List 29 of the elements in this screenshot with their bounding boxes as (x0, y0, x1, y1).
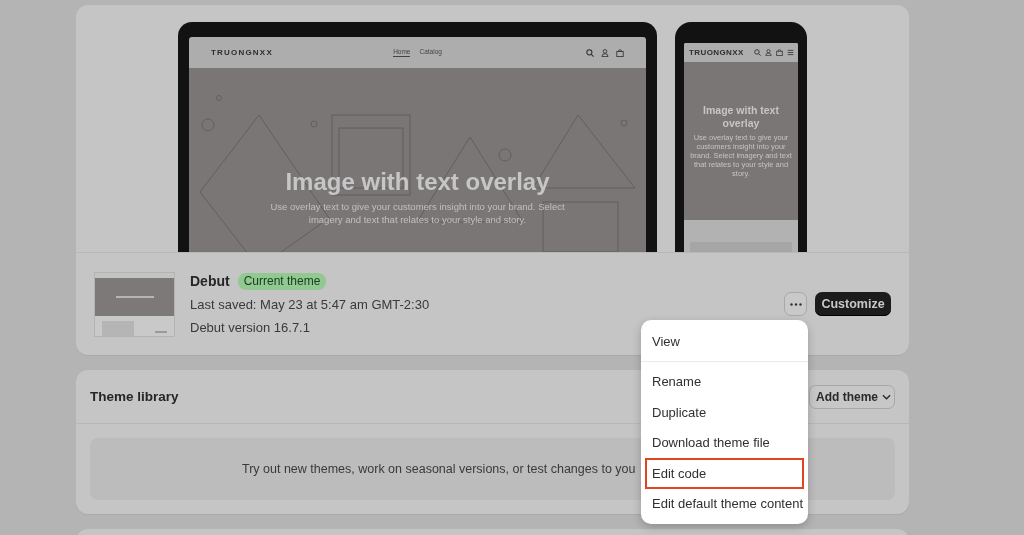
last-saved-text: Last saved: May 23 at 5:47 am GMT-2:30 (190, 296, 430, 314)
search-icon (586, 48, 594, 57)
store-logo: TRUONGNXX (211, 48, 273, 57)
hero-title: Image with text overlay (285, 168, 550, 196)
empty-state-text: Try out new themes, work on seasonal versions, or test changes to you (242, 462, 636, 476)
menu-item[interactable]: Rename (645, 366, 804, 397)
theme-name: Debut (190, 273, 230, 289)
section-title: Theme library (90, 389, 179, 404)
user-icon (765, 49, 772, 56)
customize-button[interactable]: Customize (815, 292, 891, 316)
chevron-down-icon (882, 393, 891, 400)
hero-title: Image with text overlay (702, 104, 780, 130)
menu-item[interactable]: Duplicate (645, 397, 804, 428)
version-text: Debut version 16.7.1 (190, 319, 311, 337)
more-actions-button[interactable] (784, 292, 807, 316)
menu-item[interactable]: Edit default theme content (645, 488, 804, 519)
more-icon (789, 302, 802, 306)
menu-item[interactable]: Edit code (645, 458, 804, 489)
add-theme-button[interactable]: Add theme (809, 384, 895, 409)
search-icon (754, 49, 761, 56)
store-logo: TRUONGNXX (689, 48, 744, 57)
bag-icon (616, 48, 624, 57)
user-icon (601, 48, 609, 57)
hero-text: Use overlay text to give your customers insight into your brand. Select imagery and text that relates to your style and story. (269, 200, 566, 226)
bag-icon (776, 49, 783, 56)
menu-icon (787, 49, 794, 56)
status-badge: Current theme (237, 272, 327, 290)
menu-item[interactable]: Download theme file (645, 427, 804, 458)
menu-item[interactable]: View (645, 326, 804, 357)
